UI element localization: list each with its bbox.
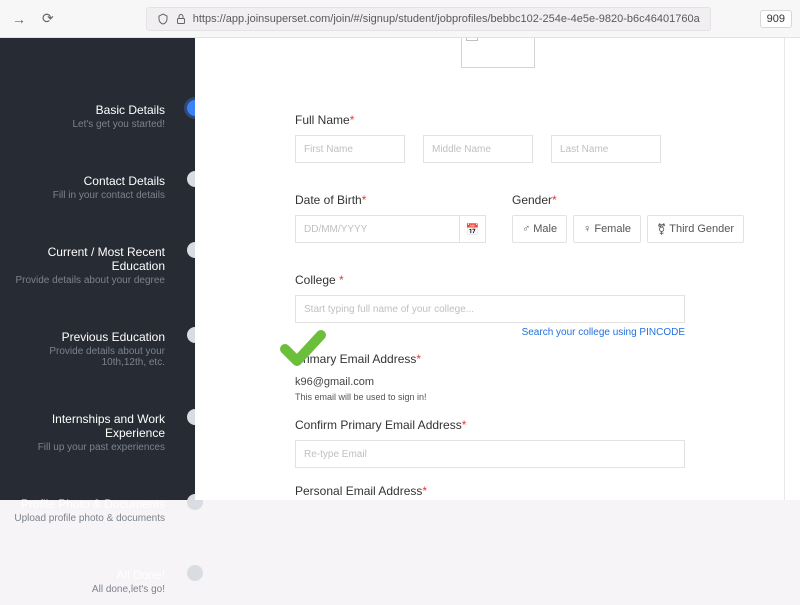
step-all-done[interactable]: All Done! All done,let's go! xyxy=(0,558,195,605)
step-subtitle: Upload profile photo & documents xyxy=(6,513,165,524)
male-icon: ♂ xyxy=(522,223,530,235)
step-subtitle: Let's get you started! xyxy=(6,119,165,130)
reload-button[interactable]: ⟳ xyxy=(38,8,58,29)
step-subtitle: Fill up your past experiences xyxy=(6,442,165,453)
step-current-education[interactable]: Current / Most Recent Education Provide … xyxy=(0,235,195,296)
full-name-label: Full Name* xyxy=(295,113,661,127)
step-basic-details[interactable]: Basic Details Let's get you started! xyxy=(0,93,195,140)
step-internships[interactable]: Internships and Work Experience Fill up … xyxy=(0,402,195,463)
forward-button[interactable]: → xyxy=(8,9,30,29)
college-label: College * xyxy=(295,273,685,287)
step-title: All Done! xyxy=(6,568,165,582)
zoom-indicator[interactable]: 909 xyxy=(760,10,792,28)
step-subtitle: All done,let's go! xyxy=(6,584,165,595)
step-previous-education[interactable]: Previous Education Provide details about… xyxy=(0,320,195,378)
step-subtitle: Provide details about your degree xyxy=(6,275,165,286)
confirm-email-input[interactable] xyxy=(295,440,685,468)
gender-label: Gender* xyxy=(512,193,744,207)
step-title: Basic Details xyxy=(6,103,165,117)
confirm-email-label: Confirm Primary Email Address* xyxy=(295,418,685,432)
female-icon: ♀ xyxy=(583,223,591,235)
url-bar[interactable]: https://app.joinsuperset.com/join/#/sign… xyxy=(146,7,711,31)
step-profile-photo[interactable]: Profile Photo & Documents Upload profile… xyxy=(0,487,195,534)
pincode-link[interactable]: Search your college using PINCODE xyxy=(295,327,685,338)
step-subtitle: Provide details about your 10th,12th, et… xyxy=(6,346,165,368)
step-contact-details[interactable]: Contact Details Fill in your contact det… xyxy=(0,164,195,211)
step-subtitle: Fill in your contact details xyxy=(6,190,165,201)
photo-placeholder[interactable] xyxy=(461,38,535,68)
primary-email-label: Primary Email Address* xyxy=(295,352,427,366)
shield-icon xyxy=(157,13,169,25)
college-input[interactable] xyxy=(295,295,685,323)
personal-email-label: Personal Email Address* xyxy=(295,484,685,498)
step-title: Internships and Work Experience xyxy=(6,412,165,440)
dob-input[interactable] xyxy=(295,215,460,243)
url-text: https://app.joinsuperset.com/join/#/sign… xyxy=(193,13,700,25)
transgender-icon: ⚧ xyxy=(657,223,666,236)
gender-male-button[interactable]: ♂Male xyxy=(512,215,567,243)
calendar-button[interactable]: 📅 xyxy=(460,215,486,243)
step-node-icon xyxy=(187,565,203,581)
right-border xyxy=(784,38,785,500)
middle-name-input[interactable] xyxy=(423,135,533,163)
step-title: Contact Details xyxy=(6,174,165,188)
dob-label: Date of Birth* xyxy=(295,193,486,207)
main-form: Full Name* Date of Birth* 📅 Gender* xyxy=(195,38,800,500)
browser-chrome: → ⟳ https://app.joinsuperset.com/join/#/… xyxy=(0,0,800,38)
primary-email-hint: This email will be used to sign in! xyxy=(295,392,427,402)
gender-third-button[interactable]: ⚧Third Gender xyxy=(647,215,744,243)
step-title: Current / Most Recent Education xyxy=(6,245,165,273)
gender-female-button[interactable]: ♀Female xyxy=(573,215,641,243)
step-title: Profile Photo & Documents xyxy=(6,497,165,511)
calendar-icon: 📅 xyxy=(466,223,480,236)
last-name-input[interactable] xyxy=(551,135,661,163)
step-title: Previous Education xyxy=(6,330,165,344)
first-name-input[interactable] xyxy=(295,135,405,163)
sidebar: Basic Details Let's get you started! Con… xyxy=(0,38,195,500)
primary-email-value: k96@gmail.com xyxy=(295,376,427,388)
lock-icon xyxy=(175,13,187,25)
